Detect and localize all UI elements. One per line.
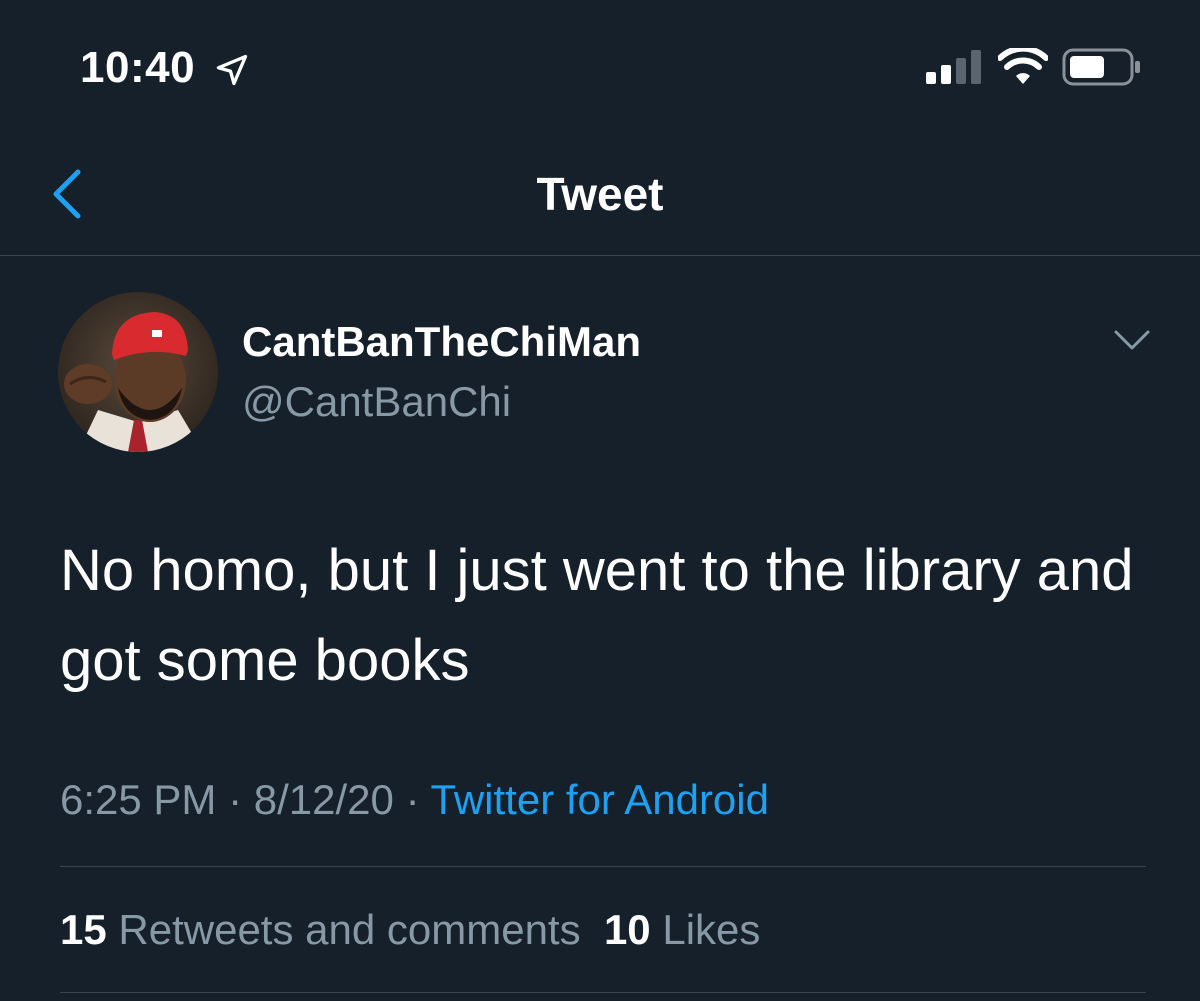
tweet-detail-screen: 10:40 Tweet CantBanTheChiMan @CantBanChi… — [0, 0, 1200, 1001]
profile-photo-icon — [58, 292, 218, 452]
tweet-text: No homo, but I just went to the library … — [60, 538, 1134, 693]
page-title: Tweet — [536, 168, 664, 220]
tweet-time: 6:25 PM — [60, 776, 217, 823]
cellular-signal-icon — [926, 50, 981, 84]
tweet-source-link[interactable]: Twitter for Android — [431, 776, 769, 823]
wifi-icon — [998, 48, 1048, 84]
location-arrow-icon — [216, 54, 248, 86]
author-display-name[interactable]: CantBanTheChiMan — [242, 316, 641, 368]
stats-divider — [60, 992, 1146, 993]
retweets-label: Retweets and comments — [118, 906, 581, 953]
tweet-stats: 15 Retweets and comments 10 Likes — [60, 902, 760, 958]
header-divider — [0, 255, 1200, 256]
tweet-meta: 6:25 PM · 8/12/20 · Twitter for Android — [60, 772, 769, 828]
tweet-date: 8/12/20 — [253, 776, 394, 823]
retweets-count: 15 — [60, 906, 107, 953]
meta-separator: · — [228, 776, 243, 823]
avatar[interactable] — [58, 292, 218, 452]
likes-stat[interactable]: 10 Likes — [604, 906, 760, 953]
retweets-stat[interactable]: 15 Retweets and comments — [60, 906, 581, 953]
battery-icon — [1062, 48, 1140, 86]
status-time: 10:40 — [80, 43, 196, 92]
chevron-down-icon[interactable] — [1112, 326, 1152, 354]
likes-label: Likes — [662, 906, 761, 953]
author-handle[interactable]: @CantBanChi — [242, 376, 511, 428]
meta-separator: · — [405, 776, 420, 823]
likes-count: 10 — [603, 906, 651, 953]
meta-divider — [60, 866, 1146, 867]
